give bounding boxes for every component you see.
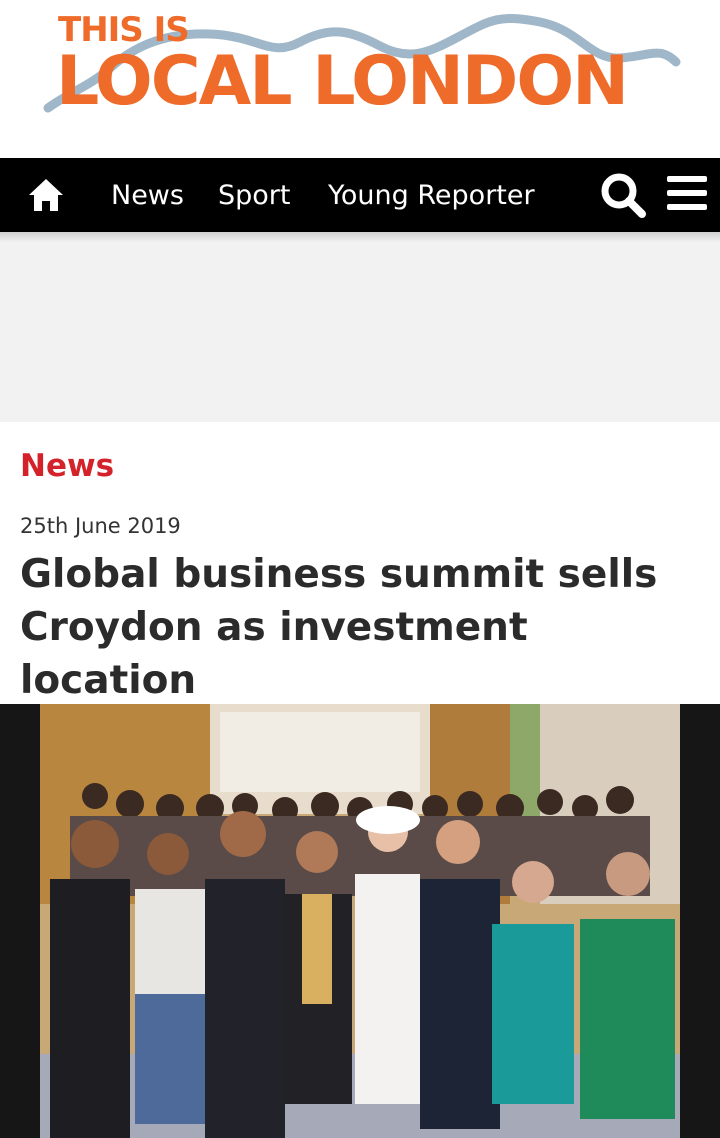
masthead: THIS IS LOCAL LONDON <box>0 0 720 158</box>
nav-shadow <box>0 232 720 242</box>
group-photo-illustration <box>40 704 680 1138</box>
article-image-frame <box>0 704 720 1138</box>
article-date: 25th June 2019 <box>20 514 181 538</box>
nav-item-young-reporter[interactable]: Young Reporter <box>328 158 535 232</box>
hamburger-menu-icon <box>667 176 707 210</box>
nav-item-sport[interactable]: Sport <box>218 158 290 232</box>
home-button[interactable] <box>26 176 66 214</box>
article-headline: Global business summit sells Croydon as … <box>20 552 658 703</box>
site-logo[interactable]: THIS IS LOCAL LONDON <box>40 0 690 130</box>
article-section-link[interactable]: News <box>20 448 114 484</box>
logo-text-local-london: LOCAL LONDON <box>56 42 629 121</box>
search-button[interactable] <box>598 170 648 220</box>
main-navigation: News Sport Young Reporter <box>0 158 720 232</box>
nav-item-news[interactable]: News <box>111 158 184 232</box>
search-icon <box>601 173 646 218</box>
article-photo[interactable] <box>40 704 680 1138</box>
menu-button[interactable] <box>664 172 710 216</box>
advertisement-slot <box>0 232 720 422</box>
home-icon <box>29 179 63 211</box>
